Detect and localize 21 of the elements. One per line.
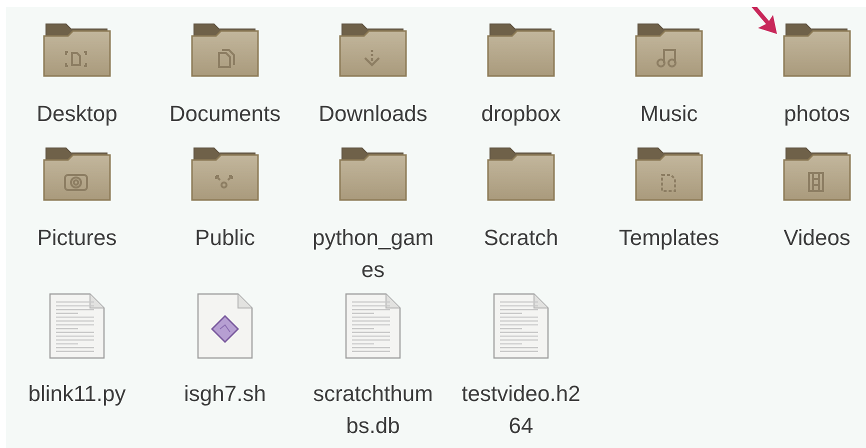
file-name: python_games <box>311 224 435 284</box>
file-name: Templates <box>618 224 720 252</box>
file-name: Desktop <box>36 100 118 128</box>
arrow-annotation <box>749 7 777 34</box>
text-file-icon[interactable] <box>48 292 106 360</box>
file-name: scratchthumbs.db <box>312 380 434 440</box>
file-name: Videos <box>784 224 850 252</box>
file-name: Public <box>195 224 255 252</box>
text-file-icon[interactable] <box>492 292 550 360</box>
file-name: Music <box>640 100 698 128</box>
file-name: photos <box>784 100 850 128</box>
file-name: Pictures <box>37 224 117 252</box>
file-name: Scratch <box>484 224 558 252</box>
file-name: testvideo.h264 <box>460 380 582 440</box>
file-name: Documents <box>169 100 281 128</box>
file-name: dropbox <box>481 100 561 128</box>
text-file-icon[interactable] <box>344 292 402 360</box>
file-name: isgh7.sh <box>184 380 266 408</box>
script-file-icon[interactable] <box>196 292 254 360</box>
file-name: Downloads <box>318 100 428 128</box>
file-name: blink11.py <box>28 380 126 408</box>
